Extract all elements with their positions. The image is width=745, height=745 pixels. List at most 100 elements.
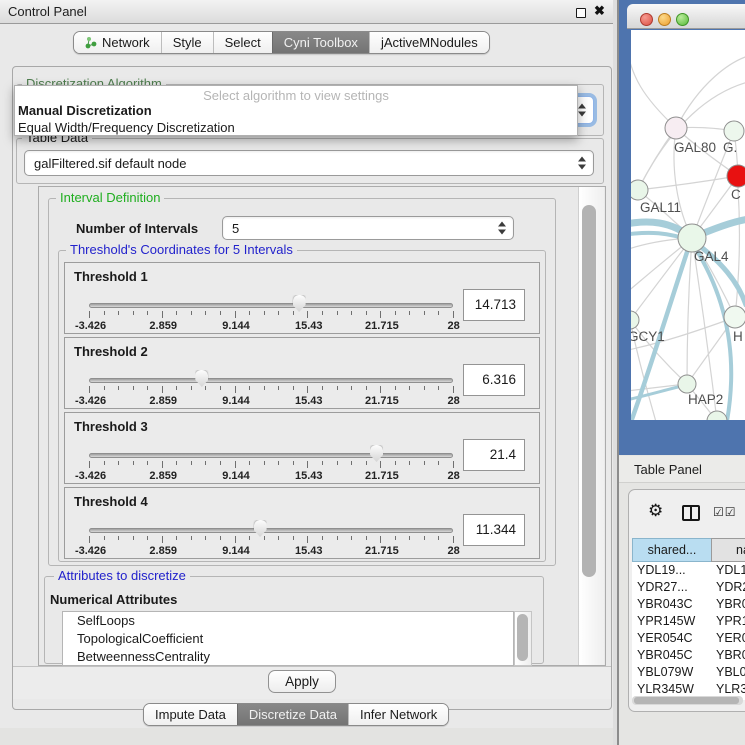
dropdown-option-equal-width-frequency-discretization[interactable]: Equal Width/Frequency Discretization [18, 120, 235, 135]
attribute-item-selfloops[interactable]: SelfLoops [63, 612, 513, 630]
threshold-1-slider[interactable]: -3.4262.8599.14415.4321.71528 [89, 297, 453, 333]
tab-infer-network[interactable]: Infer Network [348, 704, 448, 725]
tab-network[interactable]: Network [74, 32, 161, 53]
combo-stepper-icon[interactable] [498, 222, 506, 235]
network-node[interactable] [631, 311, 639, 329]
tick-mark [249, 311, 250, 315]
vertical-scrollbar-thumb[interactable] [582, 205, 596, 577]
tick-mark [133, 311, 134, 315]
tab-impute-data[interactable]: Impute Data [144, 704, 237, 725]
close-icon[interactable]: ✖ [594, 3, 605, 19]
network-edge[interactable] [638, 176, 738, 190]
slider-track[interactable] [89, 453, 453, 458]
combo-stepper-icon[interactable] [578, 104, 586, 117]
network-view-canvas[interactable]: GAL80G.CGAL11GAL4GCY1HHAP2 [631, 30, 745, 420]
cell-name: YPR1 [716, 613, 745, 630]
minimize-traffic-light[interactable] [658, 13, 671, 26]
apply-button[interactable]: Apply [268, 670, 336, 693]
threshold-row: Threshold 3 -3.4262.8599.14415.4321.71528… [64, 412, 540, 484]
tick-label: 21.715 [365, 470, 399, 482]
tick-mark [307, 386, 308, 393]
node-label: GAL11 [640, 200, 681, 215]
tick-mark [249, 386, 250, 390]
tick-mark [424, 536, 425, 540]
tick-mark [366, 311, 367, 315]
threshold-4-slider[interactable]: -3.4262.8599.14415.4321.71528 [89, 522, 453, 558]
close-traffic-light[interactable] [640, 13, 653, 26]
zoom-traffic-light[interactable] [676, 13, 689, 26]
threshold-1-value-field[interactable]: 14.713 [463, 289, 525, 321]
checkbox-icons[interactable]: ☑☑ [713, 505, 737, 519]
threshold-3-slider[interactable]: -3.4262.8599.14415.4321.71528 [89, 447, 453, 483]
table-row[interactable]: YER054CYER0 [632, 630, 745, 647]
tick-mark [147, 536, 148, 540]
slider-handle[interactable] [195, 370, 208, 387]
tick-label: 28 [447, 320, 459, 332]
network-node[interactable] [724, 121, 744, 141]
tab-style[interactable]: Style [161, 32, 213, 53]
threshold-label: Threshold 3 [74, 419, 148, 434]
attribute-item-topologicalcoefficient[interactable]: TopologicalCoefficient [63, 630, 513, 648]
split-view-icon[interactable] [682, 505, 700, 521]
column-header-name[interactable]: na [711, 538, 745, 562]
slider-handle[interactable] [370, 445, 383, 462]
table-data-combobox[interactable]: galFiltered.sif default node [24, 150, 594, 176]
column-header-shared-name[interactable]: shared... [632, 538, 712, 562]
tick-mark [409, 461, 410, 465]
network-edge[interactable] [631, 42, 676, 128]
table-row[interactable]: YBR043CYBR0 [632, 596, 745, 613]
tab-jactivemnodules[interactable]: jActiveMNodules [369, 32, 489, 53]
cell-name: YDL1 [716, 562, 745, 579]
network-edge[interactable] [735, 188, 739, 317]
slider-handle[interactable] [254, 520, 267, 537]
table-row[interactable]: YDL19...YDL1 [632, 562, 745, 579]
tab-select[interactable]: Select [213, 32, 272, 53]
tick-mark [322, 461, 323, 465]
threshold-2-value-field[interactable]: 6.316 [463, 364, 525, 396]
tab-discretize-data[interactable]: Discretize Data [237, 704, 348, 725]
combo-stepper-icon[interactable] [578, 157, 586, 170]
slider-track[interactable] [89, 303, 453, 308]
table-row[interactable]: YPR145WYPR1 [632, 613, 745, 630]
table-row[interactable]: YDR27...YDR2 [632, 579, 745, 596]
threshold-4-value-field[interactable]: 11.344 [463, 514, 525, 546]
tick-mark [453, 386, 454, 393]
network-node[interactable] [678, 224, 706, 252]
slider-track[interactable] [89, 528, 453, 533]
dropdown-option-manual-discretization[interactable]: Manual Discretization [18, 103, 152, 118]
network-edge[interactable] [687, 238, 692, 384]
network-node[interactable] [665, 117, 687, 139]
float-panel-icon[interactable] [576, 8, 586, 18]
network-node[interactable] [727, 165, 745, 187]
slider-track[interactable] [89, 378, 453, 383]
threshold-3-value-field[interactable]: 21.4 [463, 439, 525, 471]
attribute-item-betweennesscentrality[interactable]: BetweennessCentrality [63, 648, 513, 666]
network-node[interactable] [724, 306, 745, 328]
table-row[interactable]: YBR045CYBR0 [632, 647, 745, 664]
attributes-scrollbar-thumb[interactable] [517, 614, 528, 661]
slider-handle[interactable] [293, 295, 306, 312]
tick-mark [322, 386, 323, 390]
node-label: GAL4 [694, 249, 729, 264]
tick-mark [322, 536, 323, 540]
numerical-attributes-list[interactable]: SelfLoopsTopologicalCoefficientBetweenne… [62, 611, 514, 666]
threshold-row: Threshold 2-3.4262.8599.14415.4321.71528… [64, 337, 540, 409]
network-edge[interactable] [676, 56, 745, 128]
tick-mark [89, 536, 90, 543]
number-of-intervals-combobox[interactable]: 5 [222, 216, 514, 240]
number-of-intervals-value: 5 [232, 221, 239, 236]
threshold-2-slider[interactable]: -3.4262.8599.14415.4321.71528 [89, 372, 453, 408]
network-window-titlebar[interactable] [627, 4, 745, 29]
tick-mark [424, 461, 425, 465]
gear-icon[interactable]: ⚙ [648, 501, 663, 521]
network-node[interactable] [631, 180, 648, 200]
network-edge[interactable] [631, 238, 692, 320]
table-row[interactable]: YBL079WYBL0 [632, 664, 745, 681]
tab-label: Infer Network [360, 707, 437, 722]
tick-mark [337, 386, 338, 390]
threshold-label: Threshold 4 [74, 494, 148, 509]
horizontal-scrollbar-thumb[interactable] [634, 697, 739, 704]
tick-mark [264, 311, 265, 315]
tab-cyni-toolbox[interactable]: Cyni Toolbox [272, 32, 369, 53]
network-node[interactable] [678, 375, 696, 393]
